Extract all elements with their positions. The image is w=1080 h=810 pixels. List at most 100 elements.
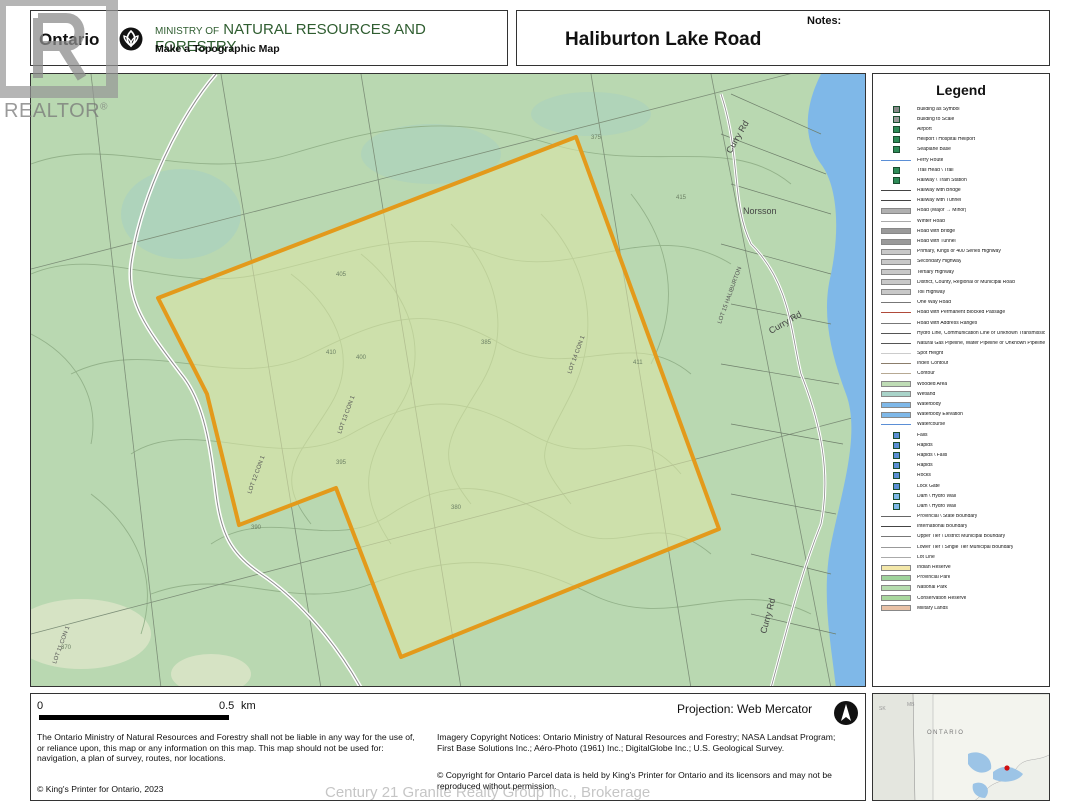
legend-item: International Boundary bbox=[879, 522, 1045, 532]
legend-item-label: Railway with Bridge bbox=[917, 188, 961, 194]
legend-item-label: Spot Height bbox=[917, 351, 944, 357]
legend-item-label: Upper Tier \ District Municipal Boundary bbox=[917, 534, 1006, 540]
legend-item: Index Contour bbox=[879, 359, 1045, 369]
contour-label: 411 bbox=[633, 360, 643, 366]
legend-item-label: Rocks bbox=[917, 473, 931, 479]
legend-symbol-icon bbox=[879, 595, 913, 602]
app-subtitle: Make a Topographic Map bbox=[155, 43, 280, 55]
legend-item-label: Lot Line bbox=[917, 554, 935, 560]
legend-item: Military Lands bbox=[879, 603, 1045, 613]
legend-symbol-icon bbox=[879, 218, 913, 225]
legend-symbol-icon bbox=[879, 309, 913, 316]
legend-item-label: Trail Head \ Trail bbox=[917, 167, 954, 173]
contour-label: 385 bbox=[481, 340, 492, 346]
legend-item: Road (Major → Minor) bbox=[879, 206, 1045, 216]
brokerage-watermark: Century 21 Granite Realty Group Inc., Br… bbox=[325, 784, 651, 801]
legend-item-label: Provincial Park bbox=[917, 575, 951, 581]
ministry-prefix: MINISTRY OF bbox=[155, 26, 220, 37]
legend-item: Road with Tunnel bbox=[879, 236, 1045, 246]
legend-item: Primary, Kings or 400 Series Highway bbox=[879, 247, 1045, 257]
contour-label: 370 bbox=[61, 645, 72, 651]
legend-symbol-icon bbox=[879, 197, 913, 204]
contour-label: 380 bbox=[451, 505, 462, 511]
legend-item-label: International Boundary bbox=[917, 524, 968, 530]
scale-unit: km bbox=[241, 700, 256, 712]
legend-item: Falls bbox=[879, 430, 1045, 440]
scale-bar bbox=[39, 715, 229, 720]
legend-symbol-icon bbox=[879, 105, 913, 113]
topographic-map[interactable]: Curry Rd Norsson Curry Rd Curry Rd LOT 1… bbox=[30, 73, 866, 687]
legend-item: Indian Reserve bbox=[879, 562, 1045, 572]
legend-item: Contour bbox=[879, 369, 1045, 379]
legend-item-label: Hydro Line, Communication Line or Unknow… bbox=[917, 330, 1045, 336]
legend-symbol-icon bbox=[879, 451, 913, 459]
legend-symbol-icon bbox=[879, 360, 913, 367]
legend-panel: Legend Building as Symbol Building to Sca… bbox=[872, 73, 1050, 687]
legend-symbol-icon bbox=[879, 574, 913, 581]
legend-item-label: Falls bbox=[917, 432, 928, 438]
map-canvas[interactable]: Curry Rd Norsson Curry Rd Curry Rd LOT 1… bbox=[31, 74, 866, 687]
contour-label: 375 bbox=[591, 135, 602, 141]
locator-inset-map: ONTARIO SK MB bbox=[872, 693, 1050, 801]
legend-symbol-icon bbox=[879, 269, 913, 276]
legend-symbol-icon bbox=[879, 136, 913, 144]
legend-symbol-icon bbox=[879, 166, 913, 174]
legend-item: Conservation Reserve bbox=[879, 593, 1045, 603]
legend-item-label: Rapids bbox=[917, 463, 933, 469]
legend-symbol-icon bbox=[879, 544, 913, 551]
legend-symbol-icon bbox=[879, 391, 913, 398]
map-title: Haliburton Lake Road bbox=[565, 29, 762, 50]
legend-item: Road with Bridge bbox=[879, 226, 1045, 236]
legend-item-label: Road with Bridge bbox=[917, 228, 956, 234]
legend-item-label: Contour bbox=[917, 371, 935, 377]
legend-item-label: Airport bbox=[917, 126, 932, 132]
legend-item: Provincial Park bbox=[879, 573, 1045, 583]
legend-item: Natural Gas Pipeline, Water Pipeline or … bbox=[879, 338, 1045, 348]
legend-item: Lower Tier \ Single Tier Municipal Bound… bbox=[879, 542, 1045, 552]
scale-label-zero: 0 bbox=[37, 700, 44, 712]
legend-item: Railway with Bridge bbox=[879, 186, 1045, 196]
legend-item: Rapids bbox=[879, 461, 1045, 471]
notes-label: Notes: bbox=[807, 15, 842, 27]
location-marker-icon bbox=[1004, 765, 1010, 771]
legend-item: Waterbody Elevation bbox=[879, 410, 1045, 420]
legend-item-label: Primary, Kings or 400 Series Highway bbox=[917, 249, 1001, 255]
disclaimer-text: The Ontario Ministry of Natural Resource… bbox=[37, 732, 415, 763]
legend-item-label: Road with Tunnel bbox=[917, 239, 956, 245]
legend-item: Dam \ Hydro Wall bbox=[879, 501, 1045, 511]
legend-item: Lock Gate bbox=[879, 481, 1045, 491]
legend-item: One Way Road bbox=[879, 298, 1045, 308]
road-label: Norsson bbox=[743, 206, 777, 216]
inset-province-label: ONTARIO bbox=[927, 730, 964, 736]
legend-item-label: Toll Highway bbox=[917, 289, 946, 295]
legend-symbol-icon bbox=[879, 421, 913, 428]
inset-canvas: ONTARIO SK MB bbox=[873, 694, 1049, 800]
legend-item: Airport bbox=[879, 124, 1045, 134]
legend-item-label: Waterbody bbox=[917, 402, 941, 408]
legend-item-label: Secondary Highway bbox=[917, 259, 962, 265]
legend-item: Wetland bbox=[879, 389, 1045, 399]
legend-symbol-icon bbox=[879, 472, 913, 480]
scale-label-half: 0.5 bbox=[219, 700, 235, 712]
contour-label: 400 bbox=[356, 355, 367, 361]
legend-item-label: Natural Gas Pipeline, Water Pipeline or … bbox=[917, 340, 1045, 346]
legend-item-label: Railway with Tunnel bbox=[917, 198, 962, 204]
legend-item: Ferry Route bbox=[879, 155, 1045, 165]
legend-item-label: Road (Major → Minor) bbox=[917, 208, 967, 214]
legend-item-label: Heliport \ Hospital Heliport bbox=[917, 137, 976, 143]
legend-list: Building as Symbol Building to Scale Airpo… bbox=[879, 104, 1045, 613]
imagery-notice: Imagery Copyright Notices: Ontario Minis… bbox=[437, 732, 836, 753]
contour-label: 390 bbox=[251, 525, 262, 531]
legend-symbol-icon bbox=[879, 125, 913, 133]
legend-symbol-icon bbox=[879, 564, 913, 571]
legend-item: Lot Line bbox=[879, 552, 1045, 562]
legend-item: Rocks bbox=[879, 471, 1045, 481]
header-title-panel: Haliburton Lake Road Notes: bbox=[516, 10, 1050, 66]
legend-item-label: Seaplane Base bbox=[917, 147, 951, 153]
legend-item: Secondary Highway bbox=[879, 257, 1045, 267]
contour-label: 395 bbox=[336, 460, 347, 466]
legend-symbol-icon bbox=[879, 533, 913, 540]
legend-item-label: Lock Gate bbox=[917, 483, 940, 489]
legend-item: Rapids \ Falls bbox=[879, 450, 1045, 460]
legend-symbol-icon bbox=[879, 523, 913, 530]
